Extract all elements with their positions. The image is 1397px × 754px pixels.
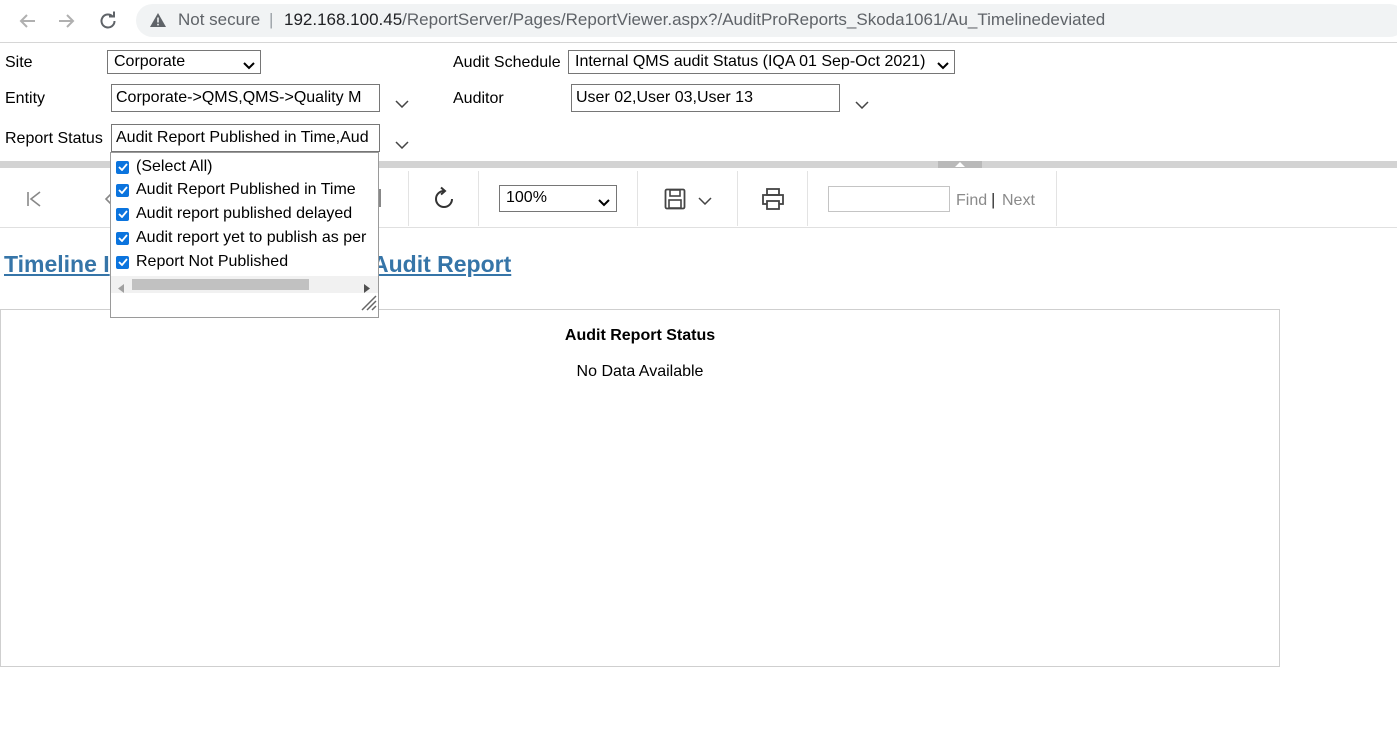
toolbar-divider	[737, 171, 738, 226]
toolbar-divider	[637, 171, 638, 226]
entity-dropdown-chevron-icon[interactable]	[395, 95, 409, 113]
auditor-label: Auditor	[453, 90, 504, 107]
chevron-down-icon	[937, 57, 949, 73]
checkbox-checked-icon[interactable]	[116, 183, 129, 197]
browser-toolbar: Not secure | 192.168.100.45/ReportServer…	[0, 0, 1397, 43]
save-format-chevron-icon[interactable]	[697, 195, 713, 207]
option-label: Audit report yet to publish as per	[136, 229, 367, 246]
next-link[interactable]: Next	[1002, 192, 1035, 210]
report-title-part1[interactable]: Timeline I	[4, 251, 110, 278]
find-input[interactable]	[828, 186, 950, 212]
site-select[interactable]: Corporate	[107, 50, 261, 74]
dropdown-option[interactable]: Report Not Published	[116, 251, 288, 273]
find-separator: |	[991, 190, 996, 209]
horizontal-scrollbar[interactable]	[111, 276, 378, 293]
report-status-field[interactable]: Audit Report Published in Time,Aud	[111, 124, 380, 152]
option-label: Audit Report Published in Time	[136, 181, 356, 198]
toolbar-divider	[807, 171, 808, 226]
audit-schedule-value: Internal QMS audit Status (IQA 01 Sep-Oc…	[575, 53, 926, 70]
url-host: 192.168.100.45	[284, 10, 403, 29]
save-icon[interactable]	[662, 186, 688, 212]
chevron-down-icon	[243, 57, 255, 73]
box-title: Audit Report Status	[564, 327, 716, 344]
entity-field[interactable]: Corporate->QMS,QMS->Quality M	[111, 84, 380, 112]
resize-grip-icon[interactable]	[359, 293, 377, 316]
checkbox-checked-icon[interactable]	[116, 231, 129, 245]
dropdown-option[interactable]: Audit Report Published in Time	[116, 179, 356, 201]
toolbar-divider	[478, 171, 479, 226]
no-data-message: No Data Available	[576, 363, 704, 380]
checkbox-checked-icon[interactable]	[116, 160, 129, 174]
option-label: Report Not Published	[136, 253, 289, 270]
audit-schedule-select[interactable]: Internal QMS audit Status (IQA 01 Sep-Oc…	[568, 50, 955, 74]
chevron-down-icon	[598, 194, 610, 212]
report-status-dropdown-chevron-icon[interactable]	[395, 136, 409, 154]
report-status-box: Audit Report Status No Data Available	[0, 309, 1280, 667]
toolbar-fragment	[379, 189, 381, 207]
zoom-value: 100%	[506, 189, 547, 206]
option-label: (Select All)	[136, 158, 213, 175]
url-path: /ReportServer/Pages/ReportViewer.aspx?/A…	[402, 10, 1106, 29]
site-value: Corporate	[114, 53, 186, 70]
toolbar-divider	[408, 171, 409, 226]
scroll-left-arrow-icon[interactable]	[118, 280, 124, 298]
security-separator: |	[269, 10, 274, 29]
dropdown-option[interactable]: Audit report published delayed	[116, 203, 352, 225]
warning-icon	[150, 13, 166, 32]
find-link[interactable]: Find	[956, 192, 987, 210]
site-label: Site	[5, 54, 33, 71]
report-status-label: Report Status	[5, 130, 103, 147]
print-icon[interactable]	[759, 185, 787, 213]
entity-value: Corporate->QMS,QMS->Quality M	[116, 89, 362, 106]
first-page-icon[interactable]	[22, 187, 46, 211]
option-label: Audit report published delayed	[136, 205, 353, 222]
auditor-value: User 02,User 03,User 13	[576, 89, 753, 106]
dropdown-option[interactable]: (Select All)	[116, 156, 212, 178]
back-arrow-icon[interactable]	[12, 6, 42, 36]
zoom-select[interactable]: 100%	[499, 185, 617, 212]
toolbar-divider	[1056, 171, 1057, 226]
report-status-value: Audit Report Published in Time,Aud	[116, 129, 369, 146]
audit-schedule-label: Audit Schedule	[453, 54, 561, 71]
dropdown-option[interactable]: Audit report yet to publish as per	[116, 227, 366, 249]
reload-icon[interactable]	[93, 6, 123, 36]
collapse-parameters-handle[interactable]	[938, 161, 982, 168]
report-status-dropdown: (Select All) Audit Report Published in T…	[110, 152, 379, 318]
parameter-panel: Site Corporate Entity Corporate->QMS,QMS…	[0, 43, 1397, 161]
checkbox-checked-icon[interactable]	[116, 207, 129, 221]
checkbox-checked-icon[interactable]	[116, 255, 129, 269]
refresh-icon[interactable]	[430, 185, 458, 213]
entity-label: Entity	[5, 90, 46, 107]
scrollbar-thumb[interactable]	[132, 279, 309, 290]
auditor-field[interactable]: User 02,User 03,User 13	[571, 84, 840, 112]
security-label[interactable]: Not secure	[178, 10, 260, 30]
address-bar[interactable]: Not secure | 192.168.100.45/ReportServer…	[136, 4, 1397, 37]
report-title-part2[interactable]: Audit Report	[372, 251, 511, 278]
url-text[interactable]: 192.168.100.45/ReportServer/Pages/Report…	[284, 10, 1105, 30]
auditor-dropdown-chevron-icon[interactable]	[855, 96, 869, 114]
forward-arrow-icon[interactable]	[52, 6, 82, 36]
